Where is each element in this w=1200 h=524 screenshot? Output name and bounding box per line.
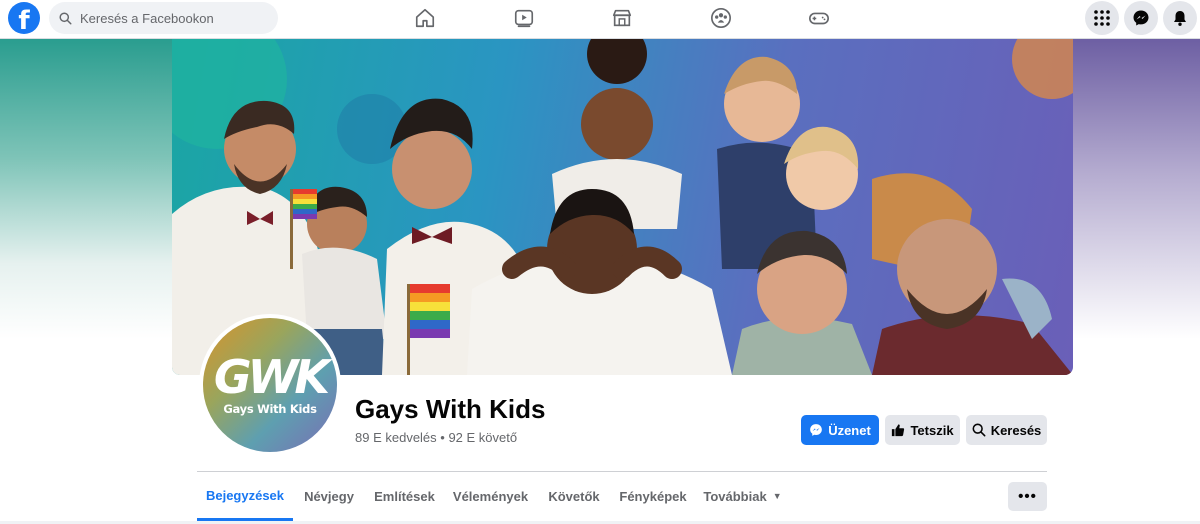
tab-label: Fényképek	[619, 488, 687, 504]
marketplace-icon[interactable]	[607, 5, 637, 31]
tab-followers[interactable]: Követők	[541, 472, 607, 520]
chevron-down-icon: ▼	[772, 491, 782, 501]
tab-label: Névjegy	[304, 488, 354, 504]
messenger-icon[interactable]	[1124, 1, 1158, 35]
tab-label: Továbbiak	[703, 488, 767, 504]
tab-photos[interactable]: Fényképek	[614, 472, 692, 520]
tab-mentions[interactable]: Említések	[367, 472, 442, 520]
avatar-subtitle: Gays With Kids	[223, 402, 317, 416]
watch-icon[interactable]	[509, 5, 539, 31]
cover-backdrop-right	[1073, 39, 1200, 339]
tab-reviews[interactable]: Vélemények	[447, 472, 534, 520]
facebook-logo[interactable]: f	[8, 2, 40, 34]
search-box[interactable]	[49, 2, 278, 34]
gaming-icon[interactable]	[804, 5, 834, 31]
search-input[interactable]	[78, 9, 262, 27]
page-tabs: Bejegyzések Névjegy Említések Vélemények…	[197, 472, 1047, 522]
like-button[interactable]: Tetszik	[885, 415, 960, 445]
message-button-label: Üzenet	[828, 422, 871, 438]
tab-posts[interactable]: Bejegyzések	[197, 472, 293, 521]
search-icon	[972, 423, 986, 437]
tab-label: Bejegyzések	[205, 487, 285, 503]
search-icon	[59, 11, 72, 25]
facebook-logo-letter: f	[18, 6, 30, 34]
tab-label: Vélemények	[452, 488, 529, 504]
like-button-label: Tetszik	[910, 422, 954, 438]
message-button[interactable]: Üzenet	[801, 415, 879, 445]
notifications-icon[interactable]	[1163, 1, 1197, 35]
page-avatar-logo: GWK Gays With Kids	[203, 318, 337, 452]
tab-label: Említések	[374, 488, 435, 504]
page-avatar[interactable]: GWK Gays With Kids	[199, 314, 341, 456]
messenger-icon	[810, 424, 823, 436]
home-icon[interactable]	[410, 5, 440, 31]
page-search-button-label: Keresés	[990, 422, 1042, 438]
avatar-logo-text: GWK	[213, 350, 330, 404]
more-options-icon: •••	[1018, 488, 1037, 505]
tab-label: Követők	[548, 488, 600, 504]
groups-icon[interactable]	[706, 5, 736, 31]
top-navigation-bar: f	[0, 0, 1200, 39]
menu-grid-icon[interactable]	[1085, 1, 1119, 35]
tab-about[interactable]: Névjegy	[296, 472, 362, 520]
page-search-button[interactable]: Keresés	[966, 415, 1047, 445]
page-stats[interactable]: 89 E kedvelés • 92 E követő	[355, 430, 517, 445]
page-title: Gays With Kids	[355, 394, 546, 424]
tab-more[interactable]: Továbbiak ▼	[700, 472, 785, 520]
thumbs-up-icon	[892, 424, 905, 437]
more-options-button[interactable]: •••	[1008, 482, 1047, 511]
